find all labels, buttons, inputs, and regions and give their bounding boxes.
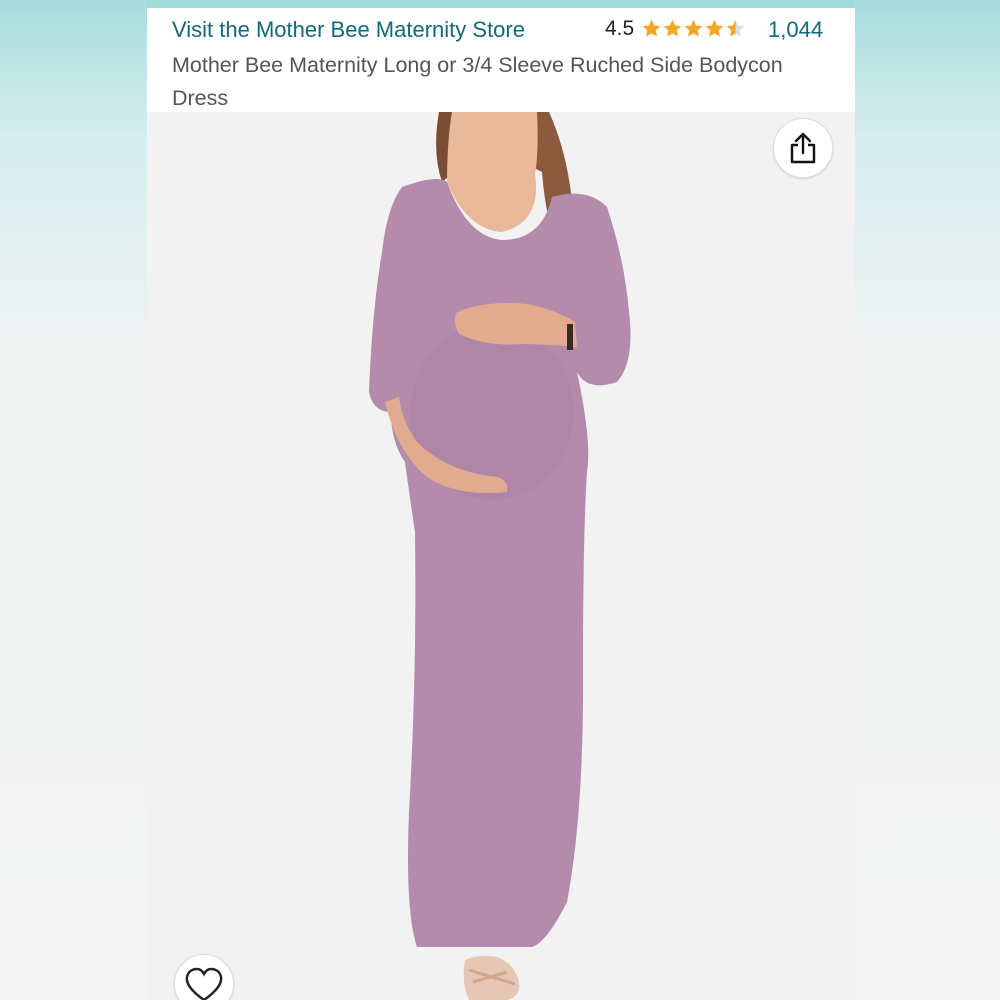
rating-value: 4.5 — [605, 17, 635, 40]
star-rating — [641, 18, 746, 39]
product-image[interactable] — [147, 112, 855, 1000]
product-card: Visit the Mother Bee Maternity Store 4.5… — [147, 8, 855, 1000]
product-header: Visit the Mother Bee Maternity Store 4.5… — [147, 8, 855, 112]
share-icon — [790, 132, 816, 164]
review-count-link[interactable]: 1,044 — [768, 17, 823, 43]
star-icon — [642, 19, 661, 37]
background-left — [0, 0, 147, 1000]
half-star-icon — [726, 19, 745, 37]
star-icon — [684, 19, 703, 37]
star-icon — [705, 19, 724, 37]
product-title: Mother Bee Maternity Long or 3/4 Sleeve … — [172, 53, 783, 110]
bracelet — [567, 324, 573, 350]
dress — [369, 178, 631, 947]
store-link[interactable]: Visit the Mother Bee Maternity Store — [172, 17, 525, 43]
rating[interactable]: 4.5 — [605, 17, 746, 41]
background-right — [855, 0, 1000, 1000]
heart-icon — [185, 967, 223, 1000]
star-icon — [663, 19, 682, 37]
share-button[interactable] — [773, 118, 833, 178]
